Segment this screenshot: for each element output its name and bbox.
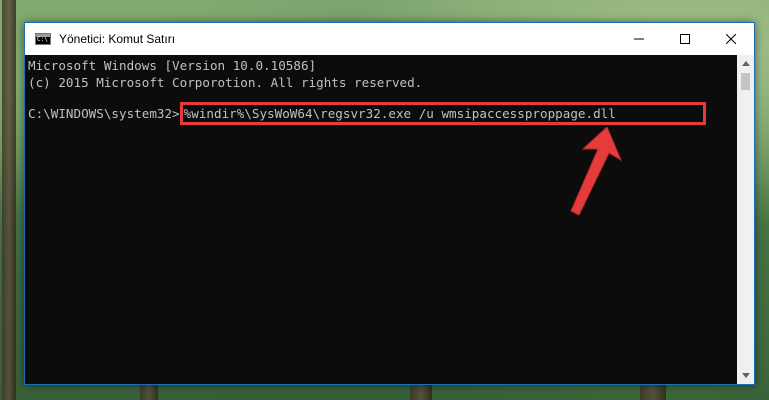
background-tree-trunk [2, 0, 16, 400]
console-line: Microsoft Windows [Version 10.0.10586] [28, 58, 317, 73]
close-button[interactable] [708, 23, 754, 55]
console-line: (c) 2015 Microsoft Corporotion. All righ… [28, 75, 423, 90]
highlighted-command[interactable]: %windir%\SysWoW64\regsvr32.exe /u wmsipa… [179, 102, 706, 125]
maximize-icon [680, 34, 690, 44]
console-output[interactable]: Microsoft Windows [Version 10.0.10586] (… [25, 55, 737, 384]
minimize-icon [634, 38, 644, 40]
command-prompt-window: Yönetici: Komut Satırı Microsoft Windows… [24, 22, 755, 385]
minimize-button[interactable] [616, 23, 662, 55]
command-line: C:\WINDOWS\system32> %windir%\SysWoW64\re… [28, 102, 706, 128]
scroll-up-button[interactable] [737, 55, 754, 72]
red-pointer-arrow-icon [570, 127, 623, 216]
window-controls [616, 23, 754, 55]
scroll-down-icon [741, 373, 750, 378]
window-title: Yönetici: Komut Satırı [59, 32, 176, 46]
scroll-up-icon [741, 61, 750, 66]
vertical-scrollbar[interactable] [737, 55, 754, 384]
cmd-app-icon [35, 33, 51, 45]
maximize-button[interactable] [662, 23, 708, 55]
scroll-thumb[interactable] [741, 73, 750, 90]
close-icon [726, 34, 736, 44]
scroll-down-button[interactable] [737, 367, 754, 384]
title-bar[interactable]: Yönetici: Komut Satırı [25, 23, 754, 55]
console-prompt: C:\WINDOWS\system32> [28, 106, 180, 121]
